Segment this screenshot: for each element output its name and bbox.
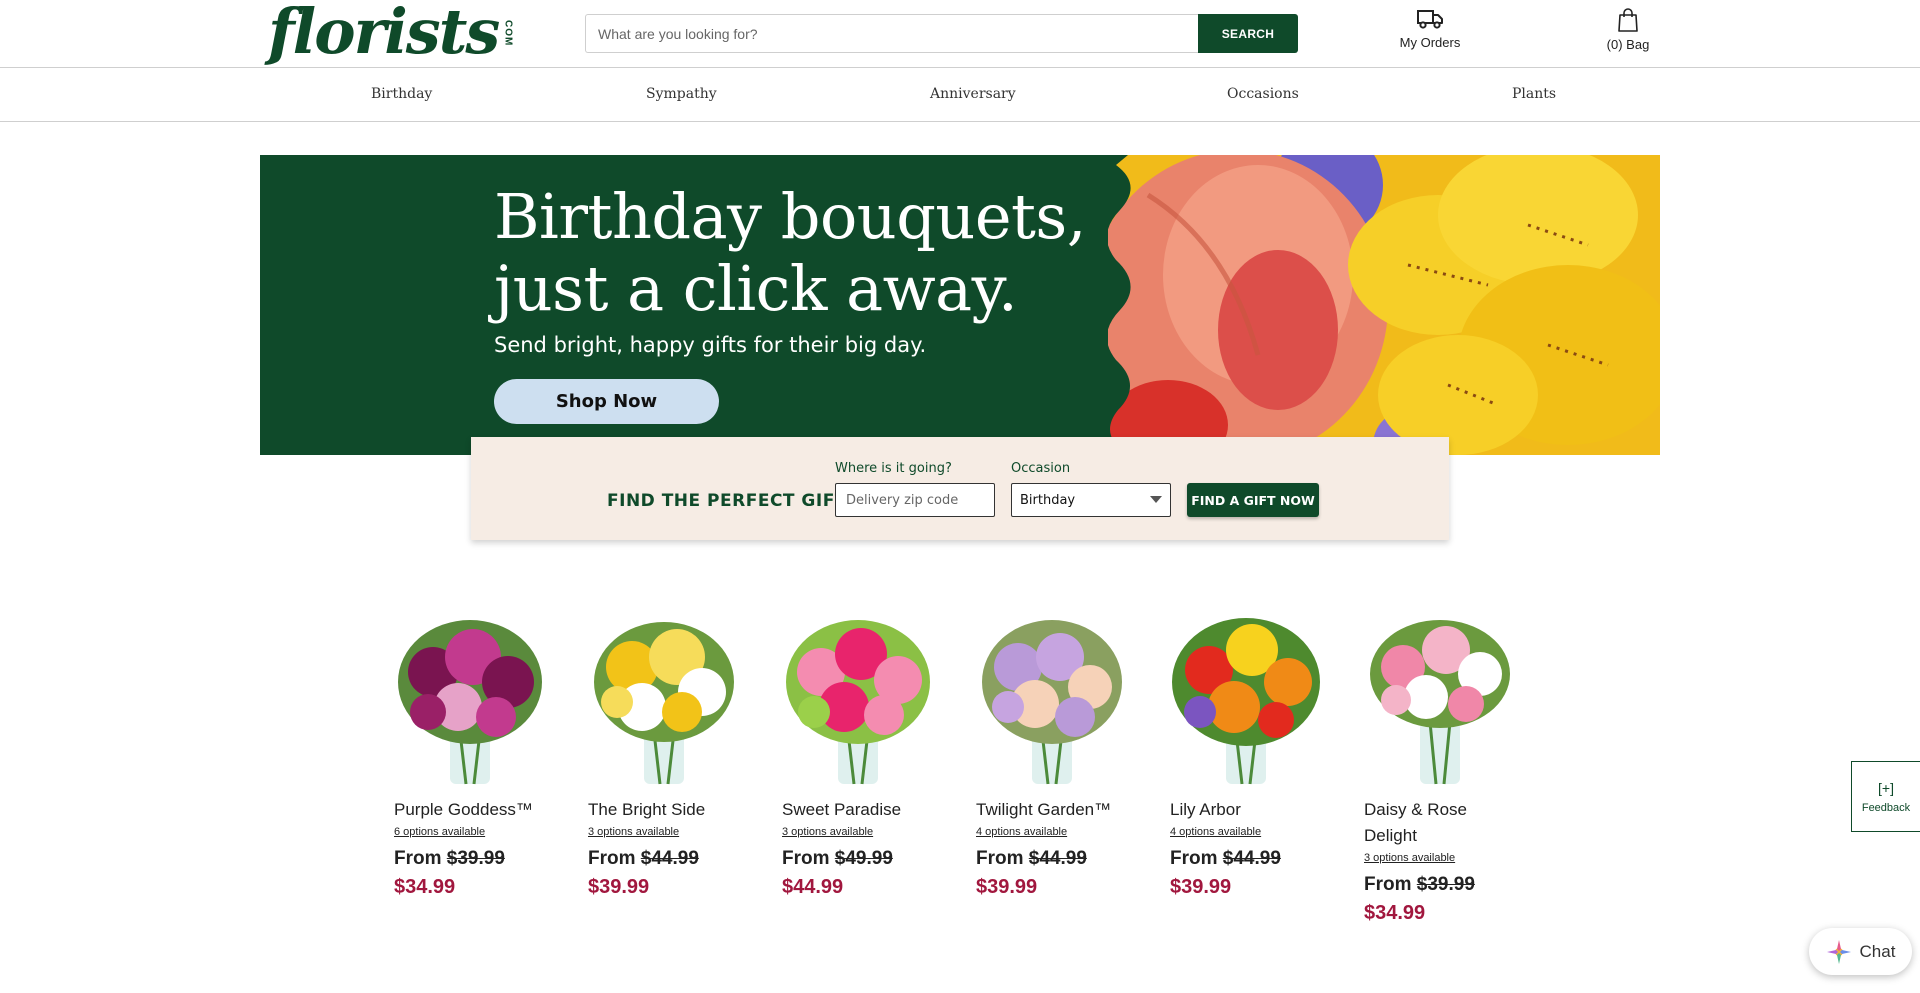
from-label: From	[976, 848, 1024, 869]
feedback-plus-icon: [+]	[1878, 779, 1894, 796]
gift-finder: FIND THE PERFECT GIFT Where is it going?…	[471, 437, 1449, 540]
product-original-price: From $49.99	[782, 848, 952, 870]
from-label: From	[394, 848, 442, 869]
old-price: $44.99	[640, 848, 699, 869]
shopping-bag-icon	[1618, 8, 1638, 32]
site-logo[interactable]: florists COM	[268, 0, 513, 64]
caret-down-icon	[1150, 496, 1162, 503]
product-image[interactable]	[1358, 612, 1523, 787]
category-nav: Birthday Sympathy Anniversary Occasions …	[0, 69, 1920, 122]
product-sale-price: $34.99	[394, 876, 456, 898]
my-orders-link[interactable]: My Orders	[1380, 8, 1480, 50]
product-original-price: From $44.99	[588, 848, 758, 870]
product-sale-price: $34.99	[1364, 902, 1426, 924]
chat-label: Chat	[1859, 941, 1896, 961]
occasion-value: Birthday	[1020, 492, 1076, 508]
search-button[interactable]: SEARCH	[1198, 14, 1298, 53]
delivery-truck-icon	[1417, 10, 1443, 29]
hero-title-line-1: Birthday bouquets,	[494, 180, 1086, 253]
occasion-select[interactable]: Birthday	[1011, 483, 1171, 517]
feedback-label: Feedback	[1861, 801, 1911, 814]
chat-sparkle-icon	[1826, 939, 1851, 964]
hero-title-line-2: just a click away.	[494, 252, 1018, 325]
product-image[interactable]	[776, 612, 941, 787]
shopping-bag-link[interactable]: (0) Bag	[1588, 8, 1668, 52]
old-price: $49.99	[834, 848, 893, 869]
product-image[interactable]	[582, 612, 747, 787]
nav-item-sympathy[interactable]: Sympathy	[646, 86, 717, 102]
zip-code-input[interactable]	[835, 483, 995, 517]
product-original-price: From $39.99	[394, 848, 564, 870]
chat-button[interactable]: Chat	[1809, 928, 1912, 975]
old-price: $44.99	[1222, 848, 1281, 869]
zip-label: Where is it going?	[835, 461, 952, 476]
product-name[interactable]: Twilight Garden™	[976, 797, 1146, 823]
hero-flower-image	[1108, 155, 1660, 455]
product-sale-price: $44.99	[782, 876, 844, 898]
nav-item-birthday[interactable]: Birthday	[371, 86, 432, 102]
product-card[interactable]: Sweet Paradise 3 options available From …	[782, 612, 952, 899]
gift-finder-title: FIND THE PERFECT GIFT	[607, 491, 847, 511]
product-name[interactable]: The Bright Side	[588, 797, 758, 823]
product-original-price: From $44.99	[976, 848, 1146, 870]
product-card[interactable]: Purple Goddess™ 6 options available From…	[394, 612, 564, 899]
product-card[interactable]: Daisy & Rose Delight 3 options available…	[1364, 612, 1534, 925]
product-name[interactable]: Sweet Paradise	[782, 797, 952, 823]
logo-suffix: COM	[502, 20, 514, 47]
from-label: From	[1364, 874, 1412, 895]
old-price: $44.99	[1028, 848, 1087, 869]
from-label: From	[782, 848, 830, 869]
hero-subtitle: Send bright, happy gifts for their big d…	[494, 333, 927, 357]
product-sale-price: $39.99	[976, 876, 1038, 898]
product-image[interactable]	[1164, 612, 1329, 787]
product-card[interactable]: The Bright Side 3 options available From…	[588, 612, 758, 899]
my-orders-label: My Orders	[1399, 35, 1461, 50]
product-sale-price: $39.99	[1170, 876, 1232, 898]
product-options-link[interactable]: 3 options available	[588, 824, 758, 840]
site-header: florists COM SEARCH My Orders (0) Bag	[0, 0, 1920, 68]
product-options-link[interactable]: 6 options available	[394, 824, 564, 840]
nav-item-anniversary[interactable]: Anniversary	[930, 86, 1016, 102]
product-image[interactable]	[970, 612, 1135, 787]
product-name[interactable]: Lily Arbor	[1170, 797, 1340, 823]
feedback-tab[interactable]: [+] Feedback	[1851, 761, 1920, 832]
product-options-link[interactable]: 4 options available	[976, 824, 1146, 840]
nav-item-occasions[interactable]: Occasions	[1227, 86, 1299, 102]
product-card[interactable]: Lily Arbor 4 options available From $44.…	[1170, 612, 1340, 899]
product-options-link[interactable]: 3 options available	[1364, 850, 1534, 866]
hero-title: Birthday bouquets, just a click away.	[494, 181, 1086, 325]
from-label: From	[1170, 848, 1218, 869]
occasion-label: Occasion	[1011, 461, 1071, 476]
product-name[interactable]: Purple Goddess™	[394, 797, 564, 823]
old-price: $39.99	[446, 848, 505, 869]
find-gift-button[interactable]: FIND A GIFT NOW	[1187, 483, 1319, 517]
product-original-price: From $39.99	[1364, 874, 1534, 896]
hero-banner: Birthday bouquets, just a click away. Se…	[260, 155, 1660, 455]
nav-item-plants[interactable]: Plants	[1512, 86, 1556, 102]
product-options-link[interactable]: 3 options available	[782, 824, 952, 840]
product-sale-price: $39.99	[588, 876, 650, 898]
search-input[interactable]	[585, 14, 1198, 53]
product-name[interactable]: Daisy & Rose Delight	[1364, 797, 1514, 849]
shop-now-button[interactable]: Shop Now	[494, 379, 719, 424]
product-image[interactable]	[388, 612, 553, 787]
search-bar: SEARCH	[585, 14, 1298, 53]
from-label: From	[588, 848, 636, 869]
product-options-link[interactable]: 4 options available	[1170, 824, 1340, 840]
product-original-price: From $44.99	[1170, 848, 1340, 870]
product-card[interactable]: Twilight Garden™ 4 options available Fro…	[976, 612, 1146, 899]
bag-count-label: (0) Bag	[1606, 37, 1650, 52]
logo-wordmark: florists	[268, 0, 500, 68]
old-price: $39.99	[1416, 874, 1475, 895]
